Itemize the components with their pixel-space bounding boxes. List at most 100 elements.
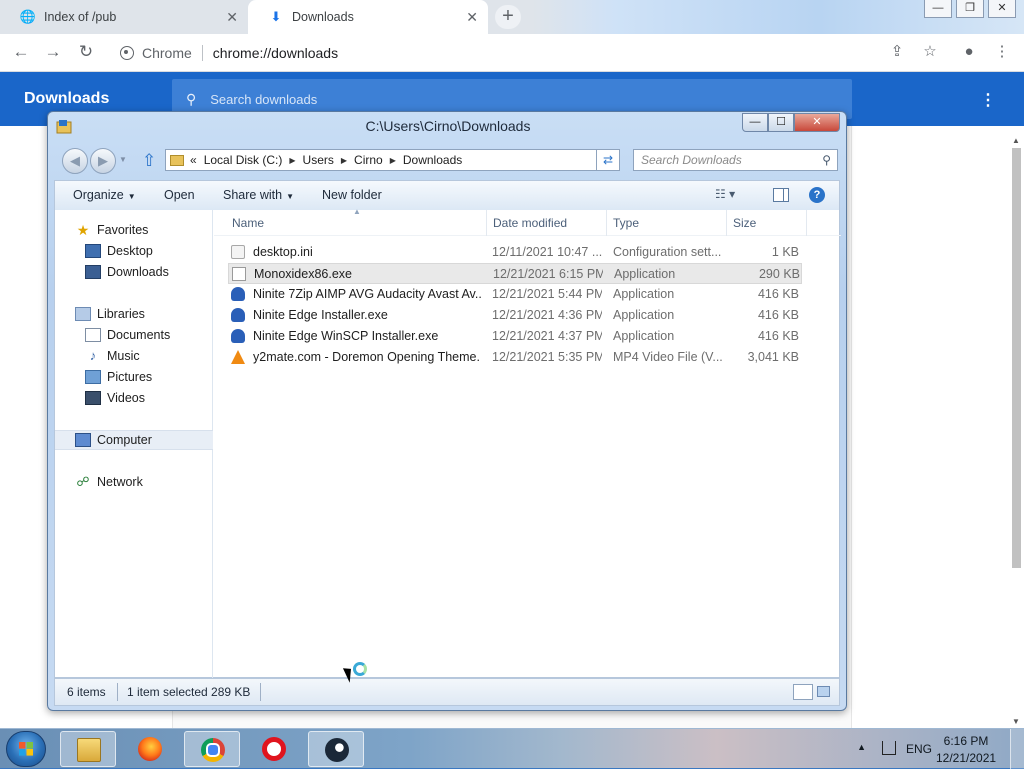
search-icon[interactable]: ⚲ (822, 150, 831, 170)
column-date-modified[interactable]: Date modified (493, 216, 567, 230)
videos-icon (85, 391, 101, 405)
column-divider[interactable] (486, 210, 487, 236)
file-name: Ninite 7Zip AIMP AVG Audacity Avast Av..… (253, 287, 481, 301)
details-view-icon[interactable] (793, 684, 813, 700)
file-row[interactable]: Ninite 7Zip AIMP AVG Audacity Avast Av..… (228, 284, 802, 305)
up-folder-icon[interactable]: ⇧ (142, 151, 156, 171)
nav-music[interactable]: ♪ Music (55, 346, 213, 366)
tab-index-of-pub[interactable]: 🌐 Index of /pub ✕ (0, 0, 248, 34)
nav-downloads[interactable]: Downloads (55, 262, 213, 282)
show-desktop-button[interactable] (1010, 729, 1024, 769)
reload-icon[interactable]: ↻ (75, 42, 97, 64)
close-tab-icon[interactable]: ✕ (466, 9, 478, 26)
breadcrumb-overflow[interactable]: « (190, 153, 197, 167)
nav-computer[interactable]: Computer (55, 430, 213, 450)
chevron-right-icon[interactable]: ▶ (390, 156, 396, 165)
column-name[interactable]: Name (232, 216, 264, 230)
search-placeholder: Search downloads (210, 91, 318, 107)
nav-label: Downloads (107, 265, 169, 279)
nav-label: Desktop (107, 244, 153, 258)
taskbar-opera[interactable] (246, 731, 302, 767)
forward-arrow-icon[interactable]: → (42, 42, 64, 64)
file-row[interactable]: desktop.ini 12/11/2021 10:47 ... Configu… (228, 242, 802, 263)
nav-videos[interactable]: Videos (55, 388, 213, 408)
clock-date[interactable]: 12/21/2021 (936, 751, 996, 765)
file-row[interactable]: Ninite Edge Installer.exe 12/21/2021 4:3… (228, 305, 802, 326)
back-arrow-icon[interactable]: ← (10, 42, 32, 64)
taskbar-explorer[interactable] (60, 731, 116, 767)
taskbar-chrome[interactable] (184, 731, 240, 767)
file-row[interactable]: Ninite Edge WinSCP Installer.exe 12/21/2… (228, 326, 802, 347)
refresh-icon[interactable]: ⇄ (596, 149, 620, 171)
scroll-down-arrow-icon[interactable]: ▼ (1010, 717, 1022, 726)
column-divider[interactable] (726, 210, 727, 236)
preview-pane-icon[interactable] (773, 188, 789, 202)
large-icons-view-icon[interactable] (817, 686, 830, 697)
search-input[interactable]: Search Downloads ⚲ (633, 149, 838, 171)
breadcrumb-users[interactable]: Users (303, 153, 334, 167)
tab-downloads[interactable]: ⬇ Downloads ✕ (248, 0, 488, 34)
nav-label: Network (97, 475, 143, 489)
file-row-selected[interactable]: Monoxidex86.exe 12/21/2021 6:15 PM Appli… (228, 263, 802, 284)
breadcrumb-local-disk[interactable]: Local Disk (C:) (204, 153, 283, 167)
nav-documents[interactable]: Documents (55, 325, 213, 345)
close-tab-icon[interactable]: ✕ (226, 9, 238, 26)
nav-desktop[interactable]: Desktop (55, 241, 213, 261)
taskbar-steam[interactable] (308, 731, 364, 767)
bookmark-star-icon[interactable]: ☆ (919, 42, 941, 64)
close-button[interactable]: ✕ (988, 0, 1016, 18)
site-info-icon[interactable] (120, 46, 134, 60)
chevron-right-icon[interactable]: ▶ (289, 156, 295, 165)
navigation-pane: ★ Favorites Desktop Downloads Libraries … (55, 210, 213, 678)
open-button[interactable]: Open (164, 188, 195, 202)
url-text[interactable]: chrome://downloads (213, 45, 338, 61)
nav-favorites[interactable]: ★ Favorites (55, 220, 213, 240)
recent-locations-dropdown-icon[interactable]: ▼ (119, 155, 127, 164)
forward-arrow-icon[interactable]: ▶ (90, 148, 116, 174)
page-scrollbar[interactable]: ▲ ▼ (1010, 136, 1022, 726)
file-date: 12/11/2021 10:47 ... (492, 245, 602, 259)
address-bar[interactable]: « Local Disk (C:) ▶ Users ▶ Cirno ▶ Down… (165, 149, 619, 171)
change-view-icon[interactable]: ☷ ▾ (715, 187, 735, 201)
share-with-button[interactable]: Share with ▼ (223, 188, 294, 202)
breadcrumb-cirno[interactable]: Cirno (354, 153, 383, 167)
scroll-up-arrow-icon[interactable]: ▲ (1010, 136, 1022, 145)
column-type[interactable]: Type (613, 216, 639, 230)
file-row[interactable]: y2mate.com - Doremon Opening Theme... 12… (228, 347, 802, 368)
taskbar-firefox[interactable] (122, 731, 178, 767)
ninite-icon (231, 287, 245, 301)
scrollbar-thumb[interactable] (1012, 148, 1021, 568)
close-button[interactable]: ✕ (794, 113, 840, 132)
column-size[interactable]: Size (733, 216, 756, 230)
column-headers: ▲ Name Date modified Type Size (214, 207, 841, 236)
folder-icon (170, 154, 184, 166)
omnibox[interactable]: Chrome chrome://downloads (110, 39, 870, 67)
language-indicator[interactable]: ENG (906, 742, 932, 756)
new-folder-button[interactable]: New folder (322, 188, 382, 202)
minimize-button[interactable]: — (742, 113, 768, 132)
clock-time[interactable]: 6:16 PM (936, 734, 996, 748)
help-icon[interactable]: ? (809, 187, 825, 203)
maximize-button[interactable]: ☐ (768, 113, 794, 132)
start-button[interactable] (6, 731, 46, 767)
organize-button[interactable]: Organize ▼ (73, 188, 136, 202)
network-status-icon[interactable] (882, 741, 896, 755)
tab-label: Downloads (292, 10, 354, 24)
omnibox-separator (201, 45, 203, 61)
minimize-button[interactable]: — (924, 0, 952, 18)
new-tab-button[interactable]: + (495, 5, 521, 29)
profile-avatar-icon[interactable]: ● (958, 42, 980, 64)
breadcrumb-downloads[interactable]: Downloads (403, 153, 462, 167)
nav-pictures[interactable]: Pictures (55, 367, 213, 387)
show-hidden-icons-icon[interactable]: ▲ (857, 742, 866, 752)
more-vert-icon[interactable]: ⋮ (980, 90, 996, 110)
nav-libraries[interactable]: Libraries (55, 304, 213, 324)
chevron-right-icon[interactable]: ▶ (341, 156, 347, 165)
restore-button[interactable]: ❐ (956, 0, 984, 18)
nav-network[interactable]: ☍ Network (55, 472, 213, 492)
column-divider[interactable] (606, 210, 607, 236)
share-icon[interactable]: ⇪ (886, 42, 908, 64)
back-arrow-icon[interactable]: ◀ (62, 148, 88, 174)
column-divider[interactable] (806, 210, 807, 236)
chrome-menu-icon[interactable]: ⋮ (991, 42, 1013, 64)
